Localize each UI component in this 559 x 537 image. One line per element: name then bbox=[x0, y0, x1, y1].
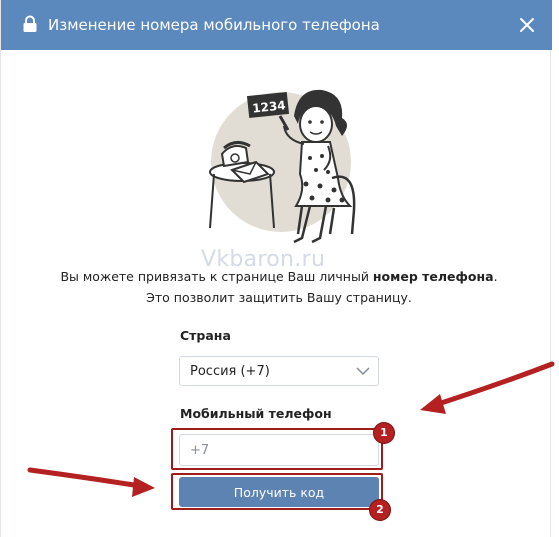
phone-label: Мобильный телефон bbox=[180, 406, 332, 421]
description-line-2: Это позволит защитить Вашу страницу. bbox=[146, 290, 412, 305]
close-icon[interactable] bbox=[517, 15, 537, 35]
phone-girl-illustration: 1234 bbox=[209, 89, 356, 244]
highlight-phone-input bbox=[171, 428, 383, 470]
dialog-title: Изменение номера мобильного телефона bbox=[48, 16, 380, 34]
dialog-header: Изменение номера мобильного телефона bbox=[1, 0, 552, 50]
lock-icon bbox=[23, 15, 37, 32]
description-bold: номер телефона bbox=[372, 269, 494, 284]
chevron-down-icon bbox=[356, 367, 370, 376]
page: Изменение номера мобильного телефона 123… bbox=[0, 0, 559, 537]
step-marker-1: 1 bbox=[374, 423, 394, 443]
highlight-get-code-button bbox=[171, 473, 383, 510]
country-select[interactable]: Россия (+7) bbox=[179, 356, 379, 386]
description: Вы можете привязать к странице Ваш личны… bbox=[41, 266, 517, 308]
description-line-1: Вы можете привязать к странице Ваш личны… bbox=[60, 269, 498, 284]
step-marker-2: 2 bbox=[370, 500, 390, 520]
country-selected-value: Россия (+7) bbox=[190, 364, 270, 379]
country-label: Страна bbox=[180, 328, 231, 343]
